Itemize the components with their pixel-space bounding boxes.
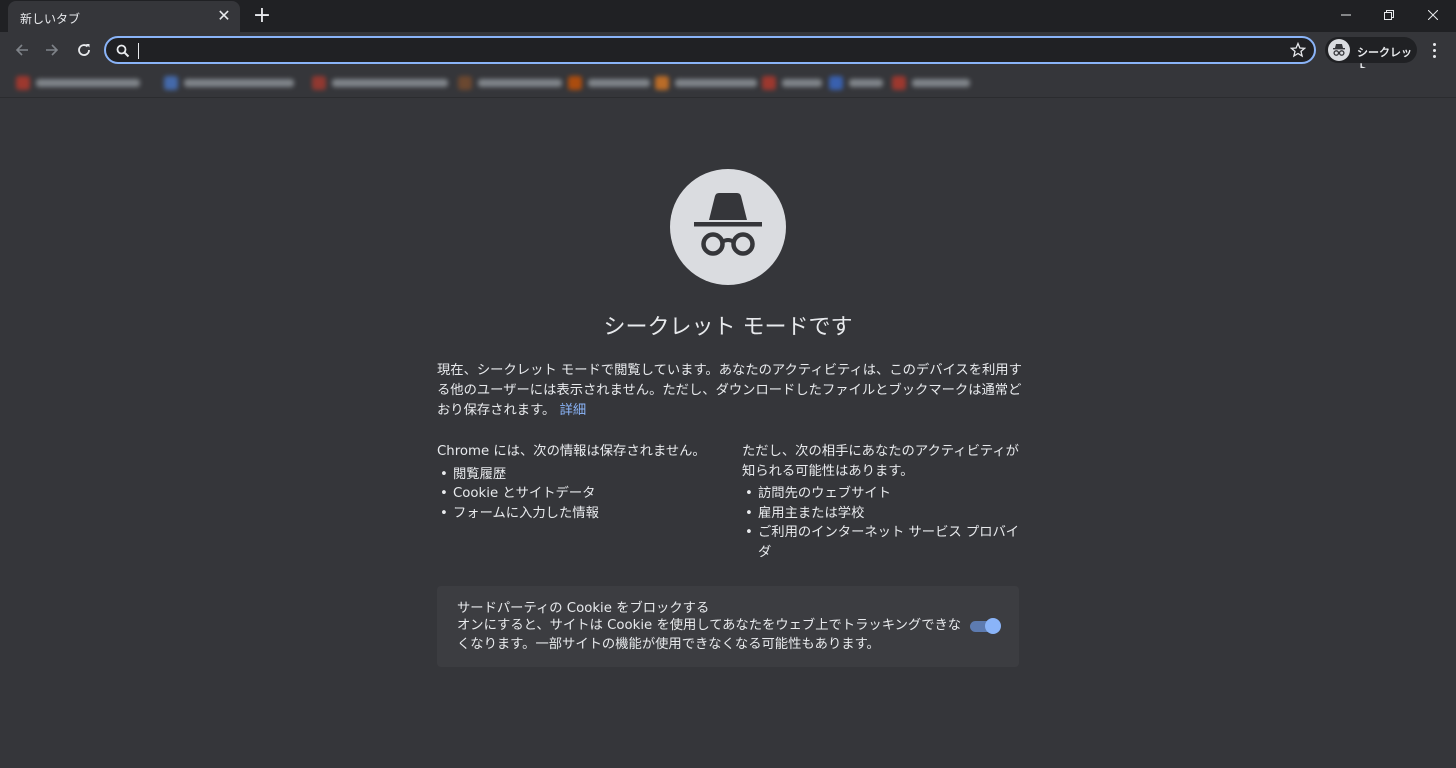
bookmark-item[interactable] bbox=[164, 75, 294, 91]
intro-text: 現在、シークレット モードで閲覧しています。あなたのアクティビティは、このデバイ… bbox=[437, 361, 1023, 421]
bookmark-item[interactable] bbox=[892, 75, 970, 91]
restore-icon[interactable] bbox=[1366, 0, 1412, 30]
learn-more-link[interactable]: 詳細 bbox=[560, 403, 587, 418]
toggle-knob bbox=[985, 618, 1001, 634]
bookmark-item[interactable] bbox=[829, 75, 883, 91]
bookmark-item[interactable] bbox=[458, 75, 562, 91]
tab-close-icon[interactable]: ✕ bbox=[214, 6, 234, 26]
title-bar: 新しいタブ ✕ + bbox=[0, 0, 1456, 32]
bookmark-item[interactable] bbox=[16, 75, 140, 91]
incognito-icon bbox=[670, 169, 786, 285]
list-item: フォームに入力した情報 bbox=[437, 504, 717, 524]
reload-icon[interactable] bbox=[70, 36, 98, 64]
not-saved-section: Chrome には、次の情報は保存されません。 閲覧履歴 Cookie とサイト… bbox=[437, 442, 717, 523]
bookmarks-bar bbox=[0, 68, 1456, 98]
bookmark-item[interactable] bbox=[568, 75, 650, 91]
bookmark-item[interactable] bbox=[762, 75, 822, 91]
bookmark-star-icon[interactable] bbox=[1289, 41, 1307, 62]
bookmark-item[interactable] bbox=[312, 75, 448, 91]
cookie-card-description: オンにすると、サイトは Cookie を使用してあなたをウェブ上でトラッキングで… bbox=[457, 618, 962, 652]
intro-body: 現在、シークレット モードで閲覧しています。あなたのアクティビティは、このデバイ… bbox=[437, 363, 1022, 418]
incognito-page: シークレット モードです 現在、シークレット モードで閲覧しています。あなたのア… bbox=[0, 99, 1456, 768]
new-tab-plus-icon[interactable]: + bbox=[250, 4, 274, 28]
search-icon bbox=[116, 43, 130, 62]
address-bar[interactable] bbox=[104, 36, 1316, 64]
list-item: 閲覧履歴 bbox=[437, 465, 717, 485]
cookie-card-title: サードパーティの Cookie をブロックする bbox=[457, 601, 710, 616]
list-item: ご利用のインターネット サービス プロバイダ bbox=[742, 523, 1022, 562]
incognito-avatar-icon bbox=[1328, 39, 1350, 61]
minimize-icon[interactable] bbox=[1323, 0, 1369, 30]
visible-to-section: ただし、次の相手にあなたのアクティビティが知られる可能性はあります。 訪問先のウ… bbox=[742, 442, 1022, 562]
bookmark-item[interactable] bbox=[655, 75, 757, 91]
more-menu-icon[interactable] bbox=[1424, 38, 1444, 62]
not-saved-title: Chrome には、次の情報は保存されません。 bbox=[437, 444, 706, 459]
tab-new-tab[interactable]: 新しいタブ ✕ bbox=[8, 1, 240, 32]
page-title: シークレット モードです bbox=[603, 315, 853, 340]
visible-to-title: ただし、次の相手にあなたのアクティビティが知られる可能性はあります。 bbox=[742, 444, 1019, 479]
toolbar: シークレット bbox=[0, 32, 1456, 75]
back-arrow-icon[interactable] bbox=[8, 36, 36, 64]
text-cursor bbox=[138, 43, 139, 59]
list-item: 訪問先のウェブサイト bbox=[742, 484, 1022, 504]
incognito-profile-button[interactable]: シークレット bbox=[1325, 37, 1417, 75]
block-cookies-toggle[interactable] bbox=[970, 618, 1001, 634]
forward-arrow-icon[interactable] bbox=[38, 36, 66, 64]
third-party-cookie-card: サードパーティの Cookie をブロックする オンにすると、サイトは Cook… bbox=[437, 586, 1019, 667]
tab-title: 新しいタブ bbox=[20, 12, 81, 26]
list-item: 雇用主または学校 bbox=[742, 504, 1022, 524]
list-item: Cookie とサイトデータ bbox=[437, 484, 717, 504]
window-close-icon[interactable] bbox=[1410, 0, 1456, 30]
